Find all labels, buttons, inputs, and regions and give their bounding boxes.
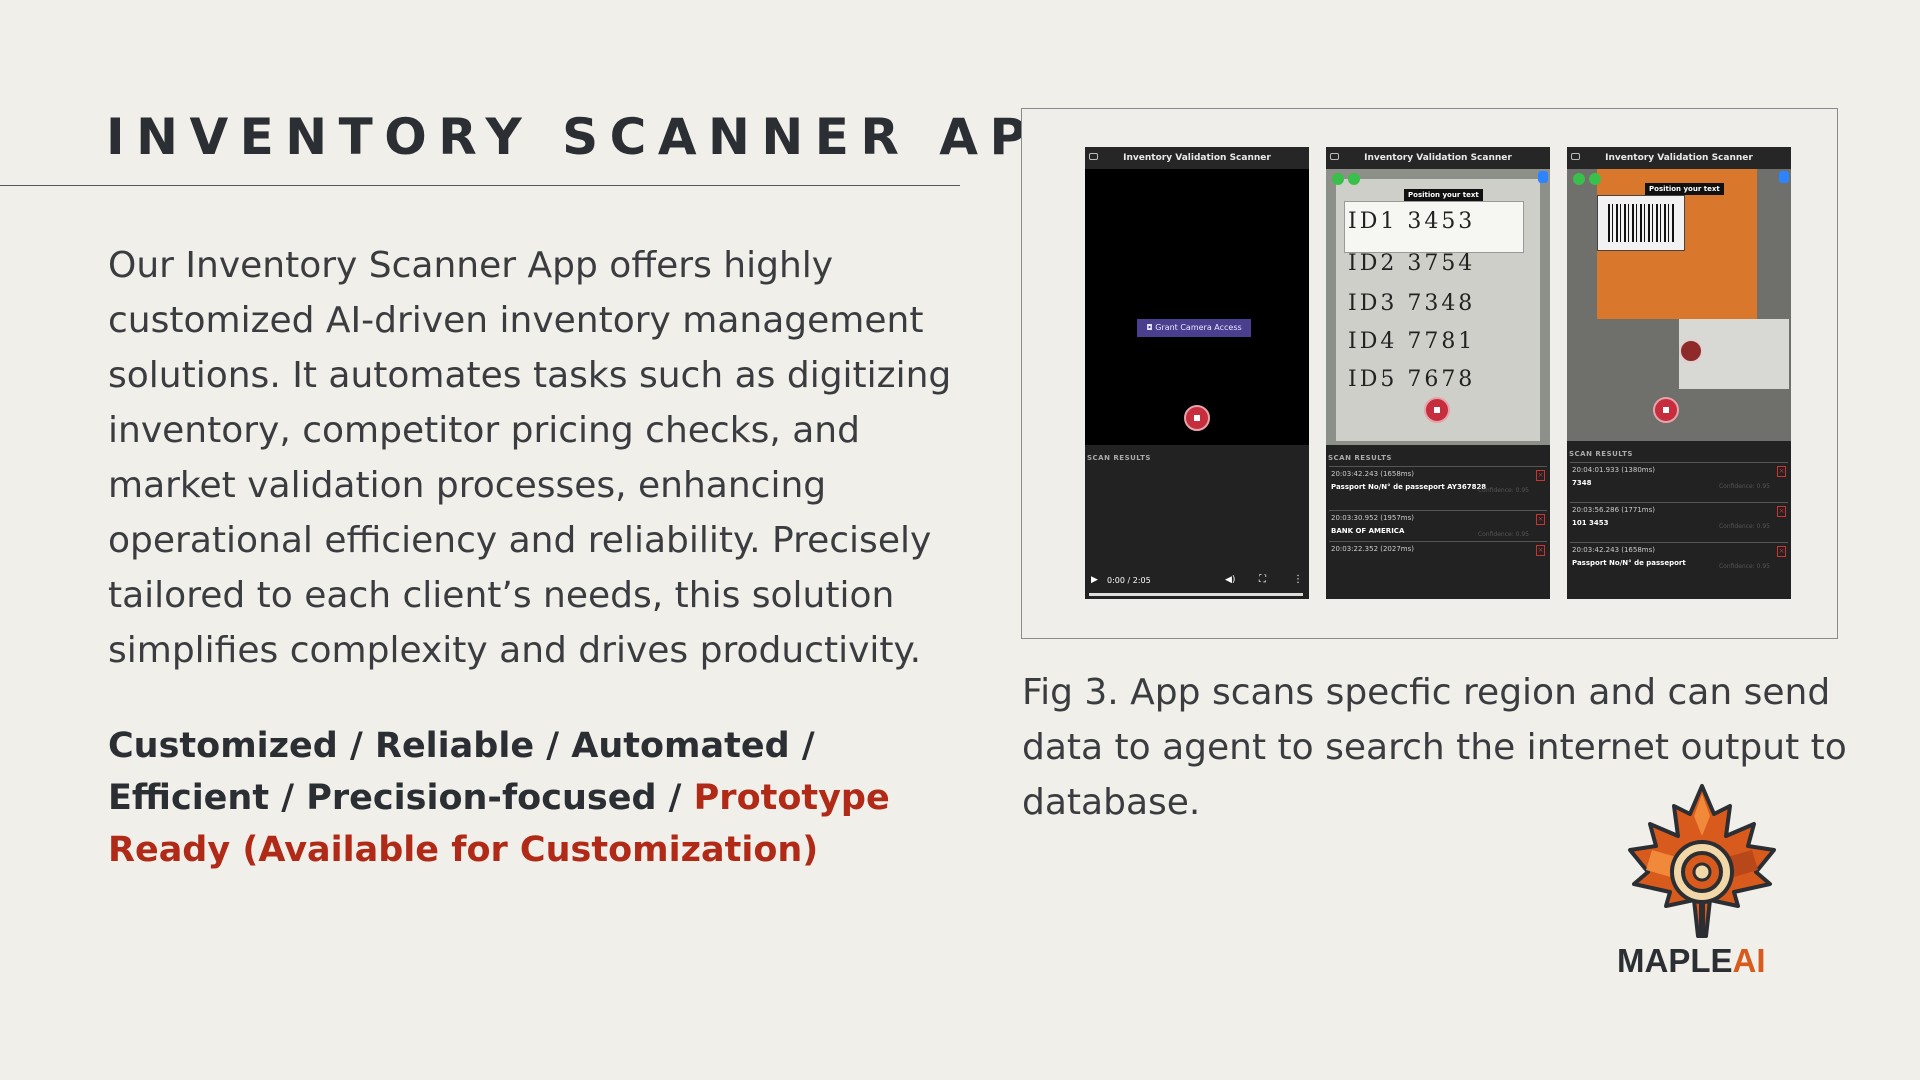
- result-confidence: Confidence: 0.95: [1477, 531, 1529, 538]
- flash-toggle-icon[interactable]: [1538, 171, 1548, 183]
- scan-results-title: SCAN RESULTS: [1569, 450, 1633, 458]
- delete-icon[interactable]: ×: [1536, 470, 1545, 481]
- title-divider: [0, 185, 960, 186]
- camera-icon: [1571, 153, 1580, 160]
- scan-results-title: SCAN RESULTS: [1328, 454, 1392, 462]
- camera-view: ◘ Grant Camera Access: [1085, 169, 1309, 445]
- result-timestamp: 20:04:01.933 (1380ms): [1572, 466, 1655, 474]
- handwriting-line: ID5 7678: [1348, 367, 1476, 392]
- position-hint: Position your text: [1404, 189, 1483, 201]
- record-stop-button[interactable]: [1424, 397, 1450, 423]
- maple-ai-logo: MAPLEAI: [1612, 780, 1792, 990]
- scan-result-item[interactable]: 20:03:30.952 (1957ms) BANK OF AMERICA Co…: [1329, 510, 1547, 541]
- app-screenshots-figure: Inventory Validation Scanner ◘ Grant Cam…: [1021, 108, 1838, 639]
- phone-screen-camera-access: Inventory Validation Scanner ◘ Grant Cam…: [1085, 147, 1309, 599]
- more-options-icon[interactable]: ⋮: [1293, 574, 1303, 585]
- status-dot-icon: [1589, 173, 1601, 185]
- logo-wordmark: MAPLEAI: [1617, 942, 1766, 980]
- delete-icon[interactable]: ×: [1536, 514, 1545, 525]
- status-dot-icon: [1348, 173, 1360, 185]
- record-stop-button[interactable]: [1184, 405, 1210, 431]
- flash-toggle-icon[interactable]: [1779, 171, 1789, 183]
- delete-icon[interactable]: ×: [1777, 506, 1786, 517]
- sticker-icon: [1679, 339, 1703, 363]
- delete-icon[interactable]: ×: [1536, 545, 1545, 556]
- result-timestamp: 20:03:30.952 (1957ms): [1331, 514, 1414, 522]
- scan-results-panel: SCAN RESULTS 20:04:01.933 (1380ms) 7348 …: [1567, 441, 1791, 599]
- result-confidence: Confidence: 0.95: [1718, 523, 1770, 530]
- screen-header: Inventory Validation Scanner: [1326, 147, 1550, 169]
- grant-camera-access-button[interactable]: ◘ Grant Camera Access: [1137, 319, 1251, 337]
- status-dot-icon: [1573, 173, 1585, 185]
- maple-leaf-target-icon: [1628, 784, 1776, 938]
- result-confidence: Confidence: 0.95: [1477, 487, 1529, 494]
- result-timestamp: 20:03:42.243 (1658ms): [1572, 546, 1655, 554]
- delete-icon[interactable]: ×: [1777, 466, 1786, 477]
- result-timestamp: 20:03:22.352 (2027ms): [1331, 545, 1414, 553]
- scan-result-item[interactable]: 20:03:42.243 (1658ms) Passport No/N° de …: [1329, 466, 1547, 510]
- result-timestamp: 20:03:42.243 (1658ms): [1331, 470, 1414, 478]
- fullscreen-icon[interactable]: ⛶: [1259, 574, 1266, 585]
- camera-icon: [1089, 153, 1098, 160]
- handwriting-line: ID3 7348: [1348, 291, 1476, 316]
- camera-view: Position your text: [1567, 169, 1791, 445]
- grant-camera-access-label: Grant Camera Access: [1155, 323, 1242, 332]
- result-timestamp: 20:03:56.286 (1771ms): [1572, 506, 1655, 514]
- handwriting-line: ID4 7781: [1348, 329, 1476, 354]
- handwriting-line: ID1 3453: [1348, 209, 1476, 234]
- scan-result-item[interactable]: 20:03:56.286 (1771ms) 101 3453 Confidenc…: [1570, 502, 1788, 542]
- delete-icon[interactable]: ×: [1777, 546, 1786, 557]
- screen-header-title: Inventory Validation Scanner: [1364, 153, 1512, 163]
- video-progress-bar[interactable]: [1089, 593, 1303, 596]
- camera-icon: [1330, 153, 1339, 160]
- scan-result-item[interactable]: 20:04:01.933 (1380ms) 7348 Confidence: 0…: [1570, 462, 1788, 502]
- scan-results-title: SCAN RESULTS: [1087, 454, 1151, 462]
- scan-results-panel: SCAN RESULTS 20:03:42.243 (1658ms) Passp…: [1326, 445, 1550, 599]
- screen-header-title: Inventory Validation Scanner: [1605, 153, 1753, 163]
- record-stop-button[interactable]: [1653, 397, 1679, 423]
- screen-header: Inventory Validation Scanner: [1567, 147, 1791, 169]
- video-time: 0:00 / 2:05: [1107, 576, 1151, 585]
- barcode-scan-region: [1597, 195, 1685, 251]
- barcode-icon: [1608, 204, 1674, 242]
- slide-title: INVENTORY SCANNER APP: [106, 108, 1086, 166]
- screen-header-title: Inventory Validation Scanner: [1123, 153, 1271, 163]
- scan-result-item[interactable]: 20:03:42.243 (1658ms) Passport No/N° de …: [1570, 542, 1788, 573]
- scan-result-item[interactable]: 20:03:22.352 (2027ms) ×: [1329, 541, 1547, 561]
- play-icon[interactable]: ▶: [1091, 575, 1098, 585]
- volume-icon[interactable]: ◀): [1225, 575, 1235, 585]
- screen-header: Inventory Validation Scanner: [1085, 147, 1309, 169]
- app-description: Our Inventory Scanner App offers highly …: [108, 245, 952, 671]
- phone-screen-handwriting-scan: Inventory Validation Scanner Position yo…: [1326, 147, 1550, 599]
- position-hint: Position your text: [1645, 183, 1724, 195]
- status-dot-icon: [1332, 173, 1344, 185]
- camera-view: Position your text ID1 3453 ID2 3754 ID3…: [1326, 169, 1550, 445]
- result-confidence: Confidence: 0.95: [1718, 483, 1770, 490]
- result-confidence: Confidence: 0.95: [1718, 563, 1770, 570]
- phone-screen-barcode-scan: Inventory Validation Scanner Position yo…: [1567, 147, 1791, 599]
- handwriting-line: ID2 3754: [1348, 251, 1476, 276]
- video-controls: ▶ 0:00 / 2:05 ◀) ⛶ ⋮: [1085, 569, 1309, 599]
- feature-tagline: Customized / Reliable / Automated / Effi…: [108, 720, 958, 876]
- logo-word-ai: AI: [1732, 942, 1766, 979]
- logo-word-maple: MAPLE: [1617, 942, 1733, 979]
